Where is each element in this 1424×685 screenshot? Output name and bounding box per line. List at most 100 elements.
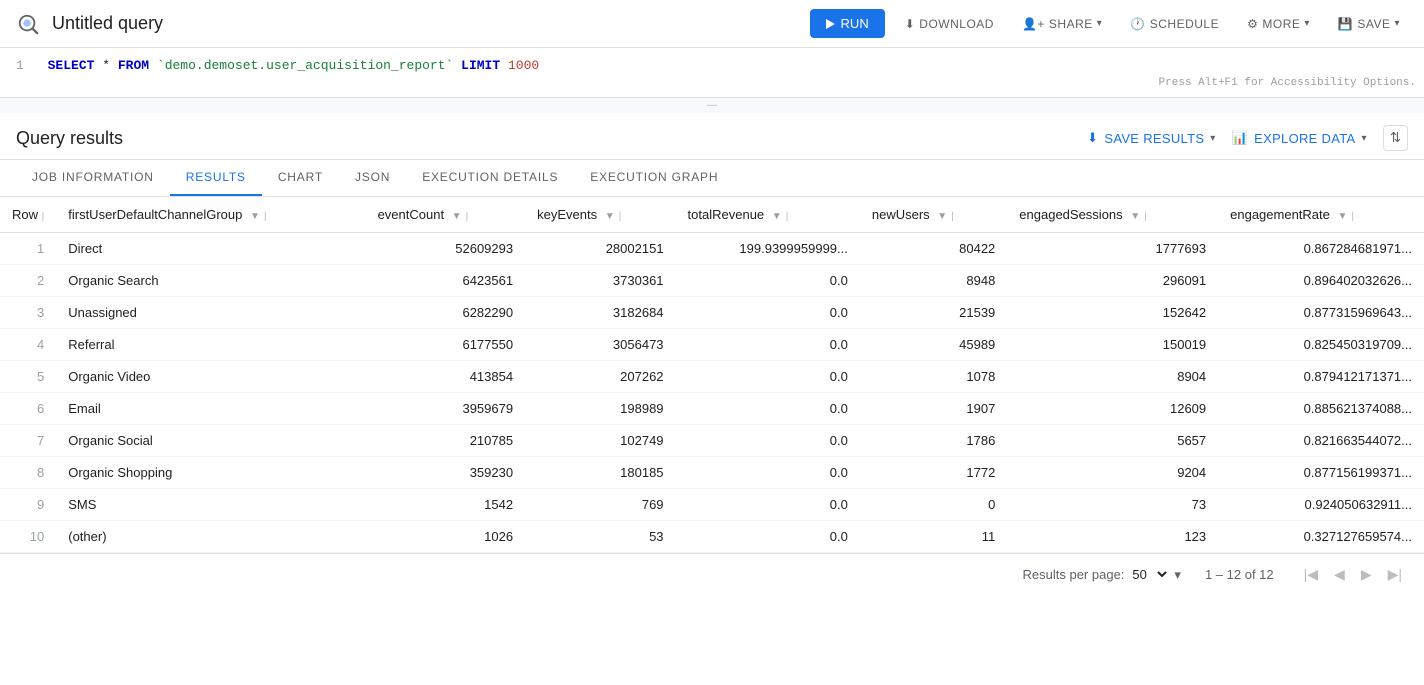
- save-results-icon: ⬇: [1087, 130, 1098, 146]
- download-label: DOWNLOAD: [919, 17, 994, 31]
- resize-col-rate: |: [1351, 211, 1354, 222]
- results-title: Query results: [16, 128, 1087, 149]
- results-actions: ⬇ SAVE RESULTS ▾ 📊 EXPLORE DATA ▾ ⇅: [1087, 125, 1408, 151]
- col-header-engagedSessions[interactable]: engagedSessions ▼|: [1007, 197, 1218, 233]
- gear-icon: ⚙: [1247, 17, 1258, 31]
- resize-icon: |: [42, 211, 45, 222]
- tab-execution-details[interactable]: EXECUTION DETAILS: [406, 160, 574, 196]
- cell-keyevents: 207262: [525, 361, 675, 393]
- save-results-label: SAVE RESULTS: [1104, 131, 1204, 146]
- run-label: RUN: [841, 16, 869, 31]
- resize-col-channel: |: [264, 211, 267, 222]
- expand-icon: ⇅: [1390, 130, 1401, 145]
- cell-newusers: 1786: [860, 425, 1007, 457]
- cell-keyevents: 198989: [525, 393, 675, 425]
- cell-keyevents: 53: [525, 521, 675, 553]
- cell-totalrevenue: 0.0: [676, 521, 860, 553]
- cell-newusers: 11: [860, 521, 1007, 553]
- more-button[interactable]: ⚙ MORE ▾: [1239, 11, 1318, 37]
- cell-newusers: 1078: [860, 361, 1007, 393]
- cell-engagedsessions: 123: [1007, 521, 1218, 553]
- query-title: Untitled query: [52, 13, 798, 34]
- share-button[interactable]: 👤+ SHARE ▾: [1014, 11, 1110, 37]
- expand-button[interactable]: ⇅: [1383, 125, 1408, 151]
- cell-newusers: 0: [860, 489, 1007, 521]
- cell-newusers: 80422: [860, 233, 1007, 265]
- col-header-keyEvents[interactable]: keyEvents ▼|: [525, 197, 675, 233]
- cell-row-num: 9: [0, 489, 56, 521]
- cell-row-num: 3: [0, 297, 56, 329]
- cell-row-num: 8: [0, 457, 56, 489]
- cell-row-num: 10: [0, 521, 56, 553]
- cell-totalrevenue: 0.0: [676, 489, 860, 521]
- cell-engagedsessions: 152642: [1007, 297, 1218, 329]
- tab-chart[interactable]: CHART: [262, 160, 339, 196]
- play-icon: [826, 19, 835, 29]
- cell-totalrevenue: 199.9399959999...: [676, 233, 860, 265]
- next-page-button[interactable]: ▶: [1355, 562, 1378, 587]
- sort-icon-sessions: ▼: [1130, 211, 1140, 222]
- per-page-select[interactable]: 10 25 50 100: [1128, 566, 1170, 583]
- cell-keyevents: 3182684: [525, 297, 675, 329]
- col-header-newUsers[interactable]: newUsers ▼|: [860, 197, 1007, 233]
- cell-channel: Organic Search: [56, 265, 365, 297]
- cell-keyevents: 3056473: [525, 329, 675, 361]
- keyword-limit: LIMIT: [461, 58, 500, 73]
- results-table-container: Row | firstUserDefaultChannelGroup ▼| ev…: [0, 197, 1424, 553]
- cell-totalrevenue: 0.0: [676, 265, 860, 297]
- cell-eventcount: 3959679: [366, 393, 526, 425]
- schedule-icon: 🕐: [1130, 17, 1145, 31]
- table-row: 3 Unassigned 6282290 3182684 0.0 21539 1…: [0, 297, 1424, 329]
- first-page-button[interactable]: |◀: [1298, 562, 1324, 587]
- editor-resize-handle[interactable]: —: [0, 98, 1424, 113]
- cell-newusers: 1907: [860, 393, 1007, 425]
- cell-channel: Email: [56, 393, 365, 425]
- results-header: Query results ⬇ SAVE RESULTS ▾ 📊 EXPLORE…: [0, 113, 1424, 160]
- cell-keyevents: 28002151: [525, 233, 675, 265]
- col-header-row: Row |: [0, 197, 56, 233]
- page-info: 1 – 12 of 12: [1205, 567, 1274, 582]
- tabs-bar: JOB INFORMATION RESULTS CHART JSON EXECU…: [0, 160, 1424, 197]
- cell-totalrevenue: 0.0: [676, 361, 860, 393]
- more-label: MORE: [1262, 17, 1300, 31]
- cell-engagedsessions: 73: [1007, 489, 1218, 521]
- tab-job-information[interactable]: JOB INFORMATION: [16, 160, 170, 196]
- col-header-totalRevenue[interactable]: totalRevenue ▼|: [676, 197, 860, 233]
- tab-results[interactable]: RESULTS: [170, 160, 262, 196]
- explore-data-label: EXPLORE DATA: [1254, 131, 1355, 146]
- table-row: 6 Email 3959679 198989 0.0 1907 12609 0.…: [0, 393, 1424, 425]
- per-page-selector: Results per page: 10 25 50 100 ▾: [1023, 566, 1181, 583]
- save-results-button[interactable]: ⬇ SAVE RESULTS ▾: [1087, 130, 1215, 146]
- explore-data-icon: 📊: [1232, 130, 1249, 146]
- cell-engagementrate: 0.825450319709...: [1218, 329, 1424, 361]
- cell-eventcount: 413854: [366, 361, 526, 393]
- tab-json[interactable]: JSON: [339, 160, 406, 196]
- schedule-button[interactable]: 🕐 SCHEDULE: [1122, 11, 1227, 37]
- run-button[interactable]: RUN: [810, 9, 885, 38]
- explore-data-button[interactable]: 📊 EXPLORE DATA ▾: [1232, 130, 1367, 146]
- resize-col-newusers: |: [951, 211, 954, 222]
- cell-row-num: 4: [0, 329, 56, 361]
- sort-icon-rate: ▼: [1338, 211, 1348, 222]
- save-icon: 💾: [1338, 17, 1353, 31]
- cell-totalrevenue: 0.0: [676, 457, 860, 489]
- sql-editor[interactable]: 1 SELECT * FROM `demo.demoset.user_acqui…: [0, 48, 1424, 98]
- cell-totalrevenue: 0.0: [676, 393, 860, 425]
- cell-newusers: 21539: [860, 297, 1007, 329]
- cell-engagementrate: 0.327127659574...: [1218, 521, 1424, 553]
- col-header-eventCount[interactable]: eventCount ▼|: [366, 197, 526, 233]
- prev-page-button[interactable]: ◀: [1328, 562, 1351, 587]
- col-header-engagementRate[interactable]: engagementRate ▼|: [1218, 197, 1424, 233]
- download-button[interactable]: ⬇ DOWNLOAD: [897, 11, 1002, 37]
- cell-engagedsessions: 1777693: [1007, 233, 1218, 265]
- tab-execution-graph[interactable]: EXECUTION GRAPH: [574, 160, 734, 196]
- save-button[interactable]: 💾 SAVE ▾: [1330, 11, 1408, 37]
- chevron-down-icon-perpage: ▾: [1174, 567, 1181, 583]
- sql-star: *: [102, 58, 118, 73]
- share-label: SHARE: [1049, 17, 1093, 31]
- col-header-firstUserDefaultChannelGroup[interactable]: firstUserDefaultChannelGroup ▼|: [56, 197, 365, 233]
- cell-channel: Organic Video: [56, 361, 365, 393]
- sort-icon-key: ▼: [605, 211, 615, 222]
- table-row: 1 Direct 52609293 28002151 199.939995999…: [0, 233, 1424, 265]
- last-page-button[interactable]: ▶|: [1382, 562, 1408, 587]
